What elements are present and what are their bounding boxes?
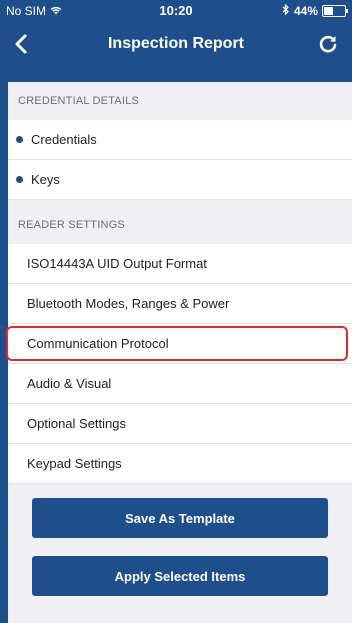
status-right: 44% [282,3,348,18]
list-item-label: ISO14443A UID Output Format [27,256,207,271]
list-item-communication-protocol[interactable]: Communication Protocol [6,324,352,364]
battery-fill [324,7,333,15]
list-item-label: Optional Settings [27,416,127,431]
bullet-icon [16,136,23,143]
page-title: Inspection Report [107,35,244,52]
settings-list: CREDENTIAL DETAILS Credentials Keys READ… [6,82,352,623]
navigation-bar: Inspection Report [0,22,352,68]
list-item-bluetooth-modes[interactable]: Bluetooth Modes, Ranges & Power [8,284,352,324]
list-item-label: Keypad Settings [27,456,122,471]
apply-selected-items-button[interactable]: Apply Selected Items [32,556,328,596]
status-bar: No SIM 10:20 44% [0,0,352,22]
refresh-icon[interactable] [316,32,340,56]
list-item-keypad-settings[interactable]: Keypad Settings [8,444,352,484]
list-item-label: Audio & Visual [27,376,112,391]
list-item-keys[interactable]: Keys [8,160,352,200]
battery-icon [322,5,348,17]
list-item-audio-visual[interactable]: Audio & Visual [8,364,352,404]
list-item-label: Communication Protocol [27,336,169,351]
action-buttons: Save As Template Apply Selected Items [8,498,352,596]
bluetooth-icon [282,3,290,18]
list-item-uid-output-format[interactable]: ISO14443A UID Output Format [8,244,352,284]
bullet-icon [16,176,23,183]
list-item-label: Credentials [31,132,97,147]
battery-percent: 44% [293,4,318,18]
save-as-template-button[interactable]: Save As Template [32,498,328,538]
list-item-optional-settings[interactable]: Optional Settings [8,404,352,444]
list-item-label: Keys [31,172,60,187]
list-item-label: Bluetooth Modes, Ranges & Power [27,296,230,311]
section-header-reader-settings: READER SETTINGS [8,206,352,244]
section-header-credential-details: CREDENTIAL DETAILS [8,82,352,120]
list-item-credentials[interactable]: Credentials [8,120,352,160]
app-screen: No SIM 10:20 44% Inspection Report CREDE… [0,0,352,623]
